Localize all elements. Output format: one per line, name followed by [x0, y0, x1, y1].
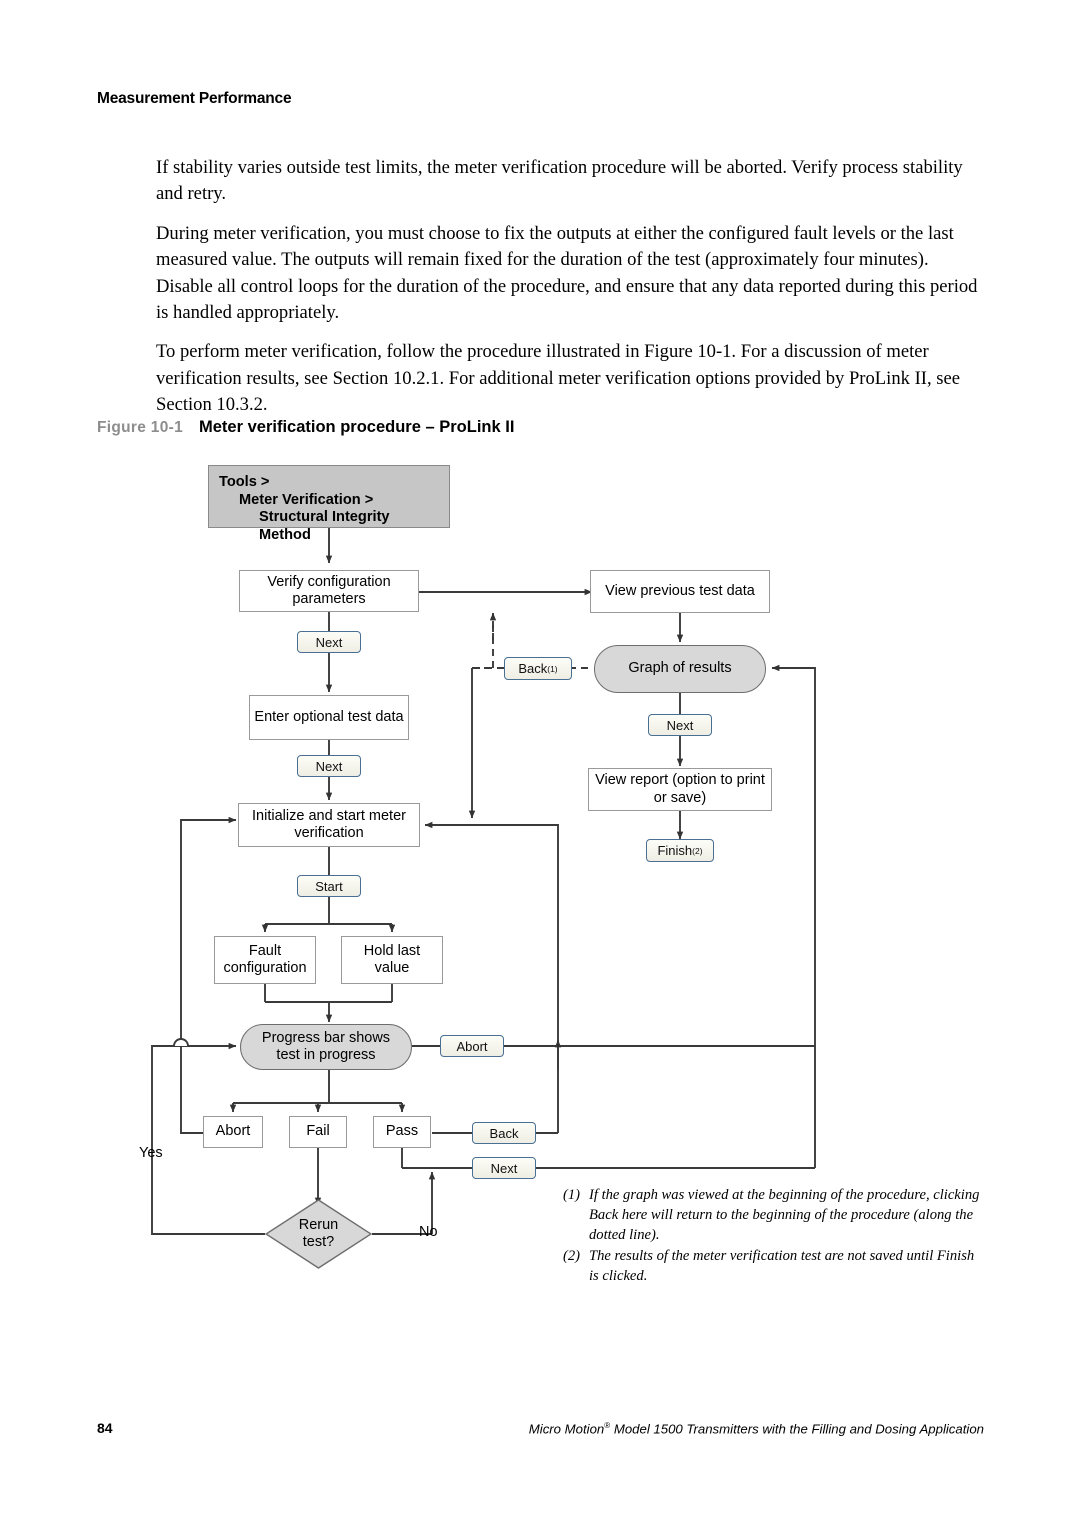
footnote-2-text: The results of the meter verification te… — [589, 1247, 975, 1284]
node-result-fail[interactable]: Fail — [289, 1116, 347, 1148]
node-fault-configuration[interactable]: Fault configuration — [214, 936, 316, 984]
button-back-graph[interactable]: Back (1) — [504, 657, 572, 680]
node-result-pass[interactable]: Pass — [373, 1116, 431, 1148]
node-rerun-test[interactable]: Rerun test? — [265, 1199, 372, 1269]
node-hold-last-value[interactable]: Hold last value — [341, 936, 443, 984]
footnote-2: (2) The results of the meter verificatio… — [563, 1246, 983, 1286]
button-finish-label: Finish — [657, 843, 693, 858]
button-start[interactable]: Start — [297, 875, 361, 897]
footer-title: Micro Motion® Model 1500 Transmitters wi… — [0, 1421, 984, 1436]
rerun-test-label: Rerun test? — [298, 1216, 339, 1251]
flowchart-connectors — [151, 528, 816, 1235]
button-back-graph-superscript: (1) — [547, 663, 558, 674]
footnote-1-text: If the graph was viewed at the beginning… — [589, 1187, 980, 1244]
button-abort[interactable]: Abort — [440, 1035, 504, 1057]
button-finish[interactable]: Finish (2) — [646, 839, 714, 862]
flowchart: Tools > Meter Verification > Structural … — [0, 0, 1080, 1528]
edge-label-no: No — [419, 1224, 438, 1240]
footer-title-pre: Micro Motion — [528, 1421, 605, 1437]
footnote-1: (1) If the graph was viewed at the begin… — [563, 1185, 983, 1246]
node-verify-configuration[interactable]: Verify configuration parameters — [239, 570, 419, 612]
button-back-graph-label: Back — [518, 661, 548, 676]
node-initialize-and-start[interactable]: Initialize and start meter verification — [238, 803, 420, 847]
tools-line-3: Structural Integrity Method — [259, 509, 390, 543]
node-graph-of-results[interactable]: Graph of results — [594, 645, 766, 693]
node-enter-optional-test-data[interactable]: Enter optional test data — [249, 695, 409, 740]
button-finish-superscript: (2) — [692, 845, 703, 856]
button-next-graph[interactable]: Next — [648, 714, 712, 736]
footnote-1-marker: (1) — [563, 1187, 581, 1203]
node-view-previous-test-data[interactable]: View previous test data — [590, 570, 770, 613]
button-next-2[interactable]: Next — [297, 755, 361, 777]
footnote-2-marker: (2) — [563, 1247, 581, 1264]
tools-line-1: Tools > — [219, 474, 270, 490]
node-result-abort[interactable]: Abort — [203, 1116, 263, 1148]
button-back-result[interactable]: Back — [472, 1122, 536, 1144]
figure-footnotes: (1) If the graph was viewed at the begin… — [563, 1185, 983, 1286]
button-next-1[interactable]: Next — [297, 631, 361, 653]
node-tools-path: Tools > Meter Verification > Structural … — [208, 465, 450, 543]
node-progress-bar: Progress bar shows test in progress — [240, 1024, 412, 1070]
button-next-result[interactable]: Next — [472, 1157, 536, 1179]
edge-label-yes: Yes — [139, 1145, 163, 1161]
tools-line-2: Meter Verification > — [239, 491, 374, 508]
node-view-report[interactable]: View report (option to print or save) — [588, 768, 772, 811]
footer-title-post: Model 1500 Transmitters with the Filling… — [610, 1421, 984, 1437]
document-page: Measurement Performance If stability var… — [0, 0, 1080, 1528]
